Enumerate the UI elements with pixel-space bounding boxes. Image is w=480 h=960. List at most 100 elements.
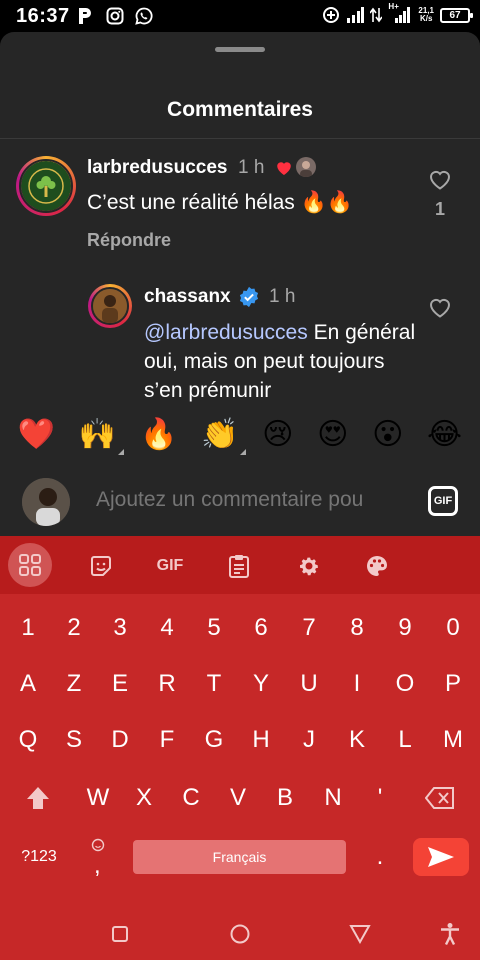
space-bar[interactable]: Français bbox=[133, 840, 346, 874]
key-u[interactable]: U bbox=[289, 664, 329, 704]
key-k[interactable]: K bbox=[337, 720, 377, 760]
mention-link[interactable]: @larbredusucces bbox=[144, 321, 308, 344]
gif-tool[interactable]: GIF bbox=[149, 545, 191, 587]
key-x[interactable]: X bbox=[124, 778, 164, 818]
emoji-surprised[interactable]: 😮 bbox=[372, 417, 403, 453]
user-photo bbox=[22, 478, 70, 526]
user-photo bbox=[93, 289, 127, 323]
emoji-heart[interactable]: ❤️ bbox=[18, 417, 55, 453]
key-apostrophe[interactable]: ' bbox=[360, 778, 400, 818]
status-right: H+ 21,1 K/s 67 bbox=[322, 2, 473, 24]
battery-icon: 67 bbox=[440, 7, 473, 23]
key-3[interactable]: 3 bbox=[100, 608, 140, 648]
key-n[interactable]: N bbox=[313, 778, 353, 818]
send-arrow-icon bbox=[428, 847, 454, 867]
reply-time: 1 h bbox=[269, 286, 296, 307]
key-e[interactable]: E bbox=[100, 664, 140, 704]
tree-logo-icon bbox=[21, 161, 71, 211]
status-bar: 16:37 H+ 21,1 K/s 67 bbox=[0, 0, 480, 32]
symbols-key[interactable]: ?123 bbox=[14, 837, 64, 877]
key-l[interactable]: L bbox=[385, 720, 425, 760]
key-7[interactable]: 7 bbox=[289, 608, 329, 648]
liker-avatar bbox=[296, 157, 316, 177]
verified-badge-icon bbox=[239, 286, 259, 308]
key-q[interactable]: Q bbox=[8, 720, 48, 760]
key-b[interactable]: B bbox=[265, 778, 305, 818]
key-s[interactable]: S bbox=[54, 720, 94, 760]
key-t[interactable]: T bbox=[194, 664, 234, 704]
comment-input-bar: GIF bbox=[0, 468, 480, 536]
key-4[interactable]: 4 bbox=[147, 608, 187, 648]
recents-square-icon[interactable] bbox=[107, 921, 133, 947]
system-nav-bar bbox=[0, 908, 480, 960]
key-y[interactable]: Y bbox=[241, 664, 281, 704]
backspace-icon[interactable] bbox=[420, 778, 460, 818]
parking-app-icon bbox=[79, 8, 91, 24]
send-key[interactable] bbox=[413, 838, 469, 876]
key-a[interactable]: A bbox=[8, 664, 48, 704]
back-triangle-icon[interactable] bbox=[347, 921, 373, 947]
key-z[interactable]: Z bbox=[54, 664, 94, 704]
emoji-comma-key[interactable]: , bbox=[78, 836, 118, 879]
signal-icon bbox=[347, 7, 365, 23]
key-w[interactable]: W bbox=[78, 778, 118, 818]
comment-username[interactable]: larbredusucces 1 h bbox=[87, 157, 264, 179]
emoji-reaction-bar: ❤️ 🙌 🔥 👏 😢 😍 😮 😂 bbox=[0, 412, 480, 458]
instagram-app-icon bbox=[106, 7, 124, 25]
emoji-clapping[interactable]: 👏 bbox=[201, 417, 247, 455]
comment-text: C’est une réalité hélas 🔥🔥 bbox=[87, 191, 353, 214]
avatar-larbredusucces[interactable] bbox=[16, 156, 76, 216]
avatar-chassanx[interactable] bbox=[88, 284, 132, 328]
reply-username[interactable]: chassanx bbox=[144, 286, 231, 308]
key-f[interactable]: F bbox=[147, 720, 187, 760]
keyboard-toolbar: GIF bbox=[0, 536, 480, 594]
key-d[interactable]: D bbox=[100, 720, 140, 760]
emoji-crying[interactable]: 😢 bbox=[262, 417, 293, 453]
current-user-avatar bbox=[22, 478, 70, 526]
key-o[interactable]: O bbox=[385, 664, 425, 704]
gif-button[interactable]: GIF bbox=[428, 486, 458, 516]
emoji-raised-hands[interactable]: 🙌 bbox=[79, 417, 125, 455]
settings-gear-icon[interactable] bbox=[288, 545, 330, 587]
key-8[interactable]: 8 bbox=[337, 608, 377, 648]
accessibility-icon[interactable] bbox=[437, 921, 463, 947]
drag-handle[interactable] bbox=[215, 47, 265, 52]
data-transfer-icon bbox=[370, 7, 383, 23]
reply-button[interactable]: Répondre bbox=[87, 230, 171, 251]
key-r[interactable]: R bbox=[147, 664, 187, 704]
comment-input[interactable] bbox=[96, 488, 412, 512]
comment-time: 1 h bbox=[238, 157, 265, 178]
sticker-icon[interactable] bbox=[80, 545, 122, 587]
key-1[interactable]: 1 bbox=[8, 608, 48, 648]
key-c[interactable]: C bbox=[171, 778, 211, 818]
key-0[interactable]: 0 bbox=[433, 608, 473, 648]
emoji-laughing[interactable]: 😂 bbox=[427, 417, 462, 453]
key-period[interactable]: . bbox=[360, 837, 400, 877]
sheet-title: Commentaires bbox=[167, 98, 313, 121]
network-speed: 21,1 K/s bbox=[418, 6, 434, 23]
clipboard-icon[interactable] bbox=[218, 545, 260, 587]
key-6[interactable]: 6 bbox=[241, 608, 281, 648]
apps-grid-icon[interactable] bbox=[8, 543, 52, 587]
home-circle-icon[interactable] bbox=[227, 921, 253, 947]
emoji-fire[interactable]: 🔥 bbox=[140, 417, 177, 453]
key-i[interactable]: I bbox=[337, 664, 377, 704]
theme-palette-icon[interactable] bbox=[356, 545, 398, 587]
key-v[interactable]: V bbox=[218, 778, 258, 818]
key-p[interactable]: P bbox=[433, 664, 473, 704]
creator-liked-heart-icon bbox=[277, 162, 291, 175]
emoji-heart-eyes[interactable]: 😍 bbox=[317, 417, 348, 453]
like-count: 1 bbox=[434, 199, 445, 219]
key-5[interactable]: 5 bbox=[194, 608, 234, 648]
key-2[interactable]: 2 bbox=[54, 608, 94, 648]
key-h[interactable]: H bbox=[241, 720, 281, 760]
key-j[interactable]: J bbox=[289, 720, 329, 760]
key-9[interactable]: 9 bbox=[385, 608, 425, 648]
comments-sheet: Commentaires larbredusucces 1 h C’est un… bbox=[0, 32, 480, 536]
shift-key-icon[interactable] bbox=[18, 778, 58, 818]
reply-like-heart-icon[interactable] bbox=[428, 296, 452, 318]
key-m[interactable]: M bbox=[433, 720, 473, 760]
like-heart-icon[interactable] bbox=[428, 168, 452, 190]
whatsapp-app-icon bbox=[135, 7, 153, 25]
key-g[interactable]: G bbox=[194, 720, 234, 760]
